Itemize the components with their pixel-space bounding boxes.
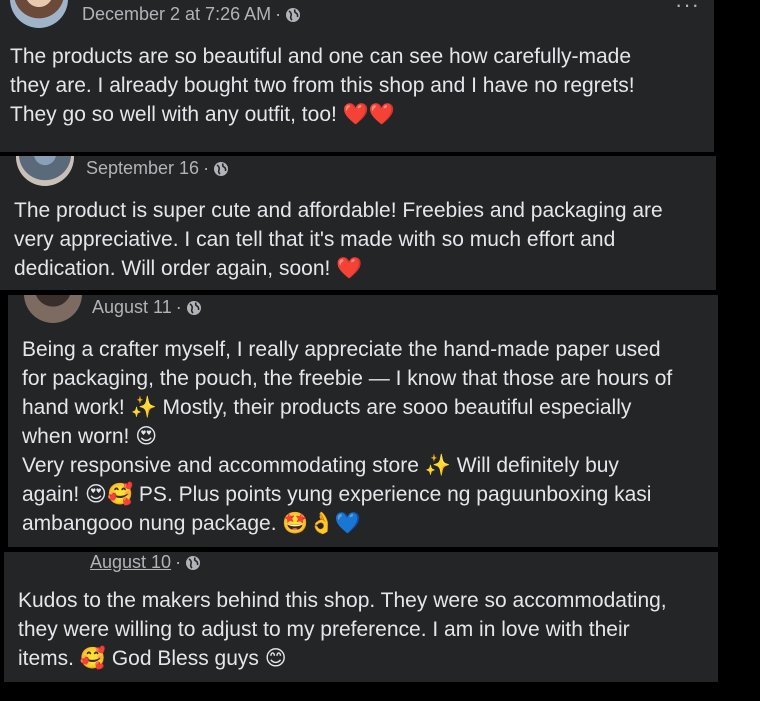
comment-line: very appreciative. I can tell that it's … [14, 228, 616, 251]
comment-card: August 11 · Being a crafter myself, I re… [8, 295, 718, 547]
globe-icon [214, 161, 229, 176]
comment-line: items. 🥰 God Bless guys 😊 [18, 647, 287, 670]
comment-line: they were willing to adjust to my prefer… [18, 618, 630, 641]
comment-body: Kudos to the makers behind this shop. Th… [18, 586, 667, 673]
comment-line: dedication. Will order again, soon! ❤️ [14, 257, 363, 280]
meta-separator: · [175, 297, 182, 317]
comment-line: The products are so beautiful and one ca… [10, 45, 632, 68]
comment-timestamp[interactable]: August 10 [90, 552, 171, 573]
comment-line: Being a crafter myself, I really appreci… [22, 338, 661, 361]
comment-meta: August 11 · [92, 297, 202, 318]
comment-body: The products are so beautiful and one ca… [10, 42, 635, 129]
globe-icon [186, 300, 201, 315]
avatar[interactable] [24, 295, 82, 323]
comment-line: Very responsive and accommodating store … [22, 454, 619, 477]
meta-separator: · [275, 4, 282, 24]
comment-meta: August 10 · [90, 552, 201, 573]
comment-timestamp[interactable]: August 11 [92, 297, 172, 318]
more-options-icon[interactable]: ··· [675, 0, 700, 18]
comment-timestamp[interactable]: September 16 [86, 158, 199, 179]
comment-card: ··· December 2 at 7:26 AM · The products… [0, 0, 714, 152]
comment-timestamp[interactable]: December 2 at 7:26 AM [82, 4, 271, 25]
comment-line: they are. I already bought two from this… [10, 74, 635, 97]
comment-line: for packaging, the pouch, the freebie — … [22, 367, 673, 390]
comment-line: when worn! 😍 [22, 425, 158, 448]
globe-icon [186, 555, 201, 570]
comment-meta: September 16 · [86, 158, 229, 179]
globe-icon [286, 7, 301, 22]
comment-line: hand work! ✨ Mostly, their products are … [22, 396, 632, 419]
comment-line: The product is super cute and affordable… [14, 199, 663, 222]
comment-line: again! 😍🥰 PS. Plus points yung experienc… [22, 483, 652, 506]
comment-line: They go so well with any outfit, too! ❤️… [10, 103, 395, 126]
comment-card: September 16 · The product is super cute… [0, 156, 716, 290]
comment-body: The product is super cute and affordable… [14, 196, 663, 283]
meta-separator: · [175, 552, 182, 572]
comment-line: ambangooo nung package. 🤩👌💙 [22, 512, 361, 535]
avatar[interactable] [16, 156, 74, 186]
meta-separator: · [203, 158, 210, 178]
comment-line: Kudos to the makers behind this shop. Th… [18, 589, 667, 612]
avatar[interactable] [10, 0, 68, 28]
comment-meta: December 2 at 7:26 AM · [82, 4, 301, 25]
comment-body: Being a crafter myself, I really appreci… [22, 335, 672, 538]
comment-card: August 10 · Kudos to the makers behind t… [4, 552, 718, 682]
